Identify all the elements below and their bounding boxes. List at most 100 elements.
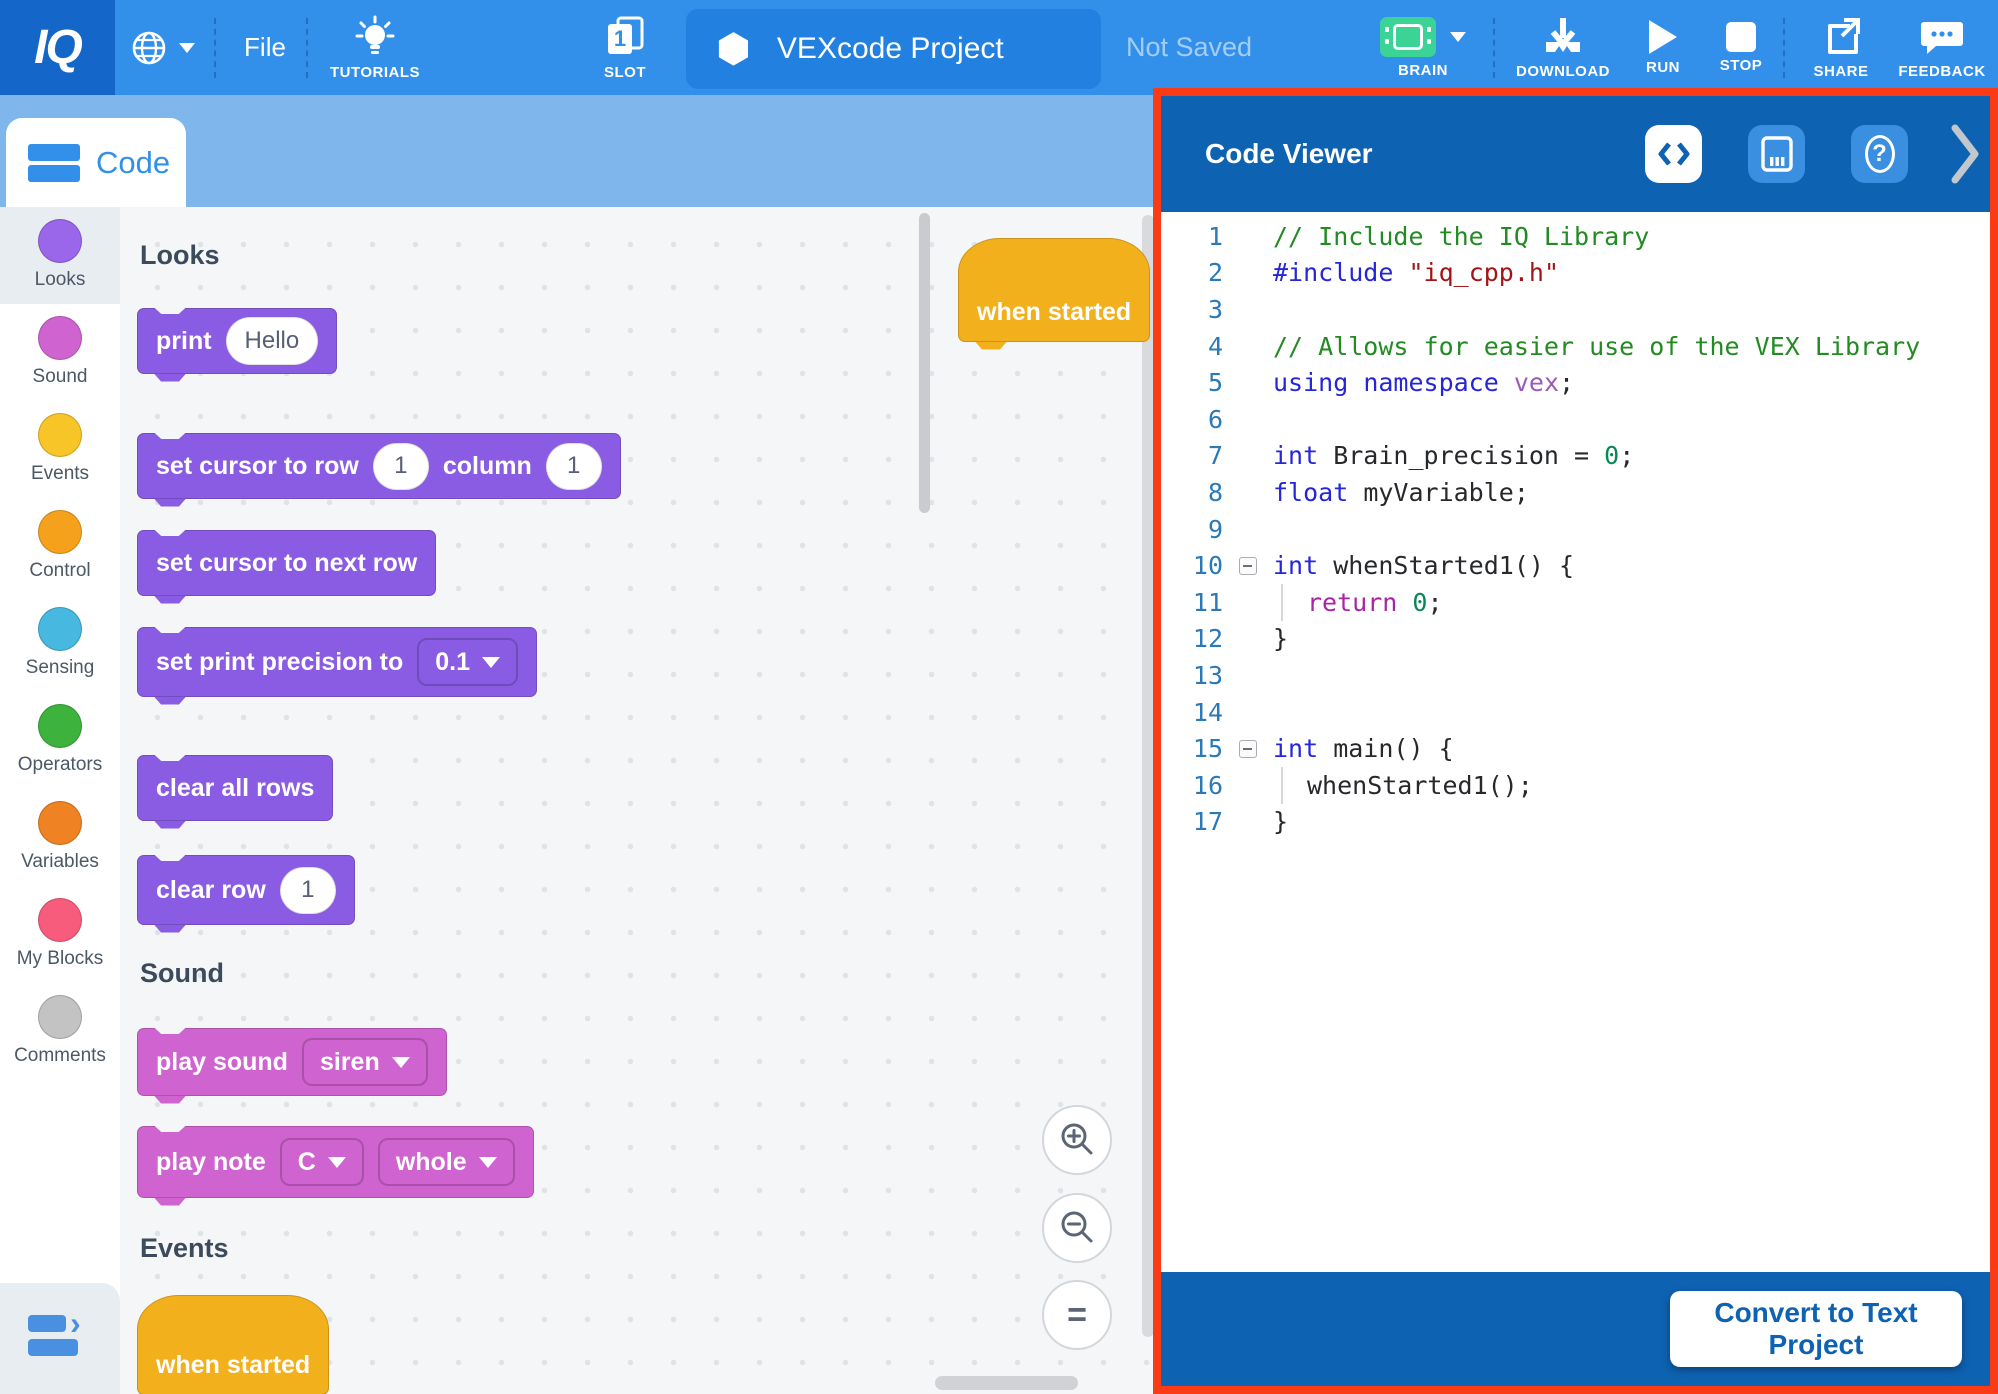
sound-dropdown[interactable]: siren [302,1038,428,1086]
help-button[interactable]: ? [1851,125,1908,183]
stop-icon [1726,22,1756,52]
run-button[interactable]: RUN [1625,0,1701,95]
block-label: when started [156,1351,310,1380]
sidebar-item-events[interactable]: Events [0,401,120,498]
code-text: return 0; [1273,588,1443,617]
line-number: 16 [1161,771,1239,800]
stacked-blocks-icon: › [28,1313,92,1365]
code-tab-label: Code [96,145,170,181]
hexagon-icon: ⬢ [716,29,751,69]
block-play-sound[interactable]: play sound siren [137,1028,447,1096]
sidebar-item-control[interactable]: Control [0,498,120,595]
download-icon [1541,16,1585,58]
sidebar-item-comments[interactable]: Comments [0,983,120,1080]
number-input-field[interactable]: 1 [546,443,602,490]
zoom-in-button[interactable] [1042,1105,1112,1175]
chevron-right-icon [1949,122,1981,186]
sidebar-item-variables[interactable]: Variables [0,789,120,886]
help-icon: ? [1865,135,1895,173]
share-button[interactable]: SHARE [1795,0,1887,95]
console-view-button[interactable] [1748,125,1805,183]
language-menu[interactable] [122,0,202,95]
block-workspace-toggle[interactable]: › [0,1283,120,1394]
sidebar-item-sound[interactable]: Sound [0,304,120,401]
stop-button[interactable]: STOP [1703,0,1779,95]
number-input-field[interactable]: 1 [280,867,336,914]
number-input-field[interactable]: 1 [373,443,429,490]
code-text: // Include the IQ Library [1273,222,1649,251]
feedback-button[interactable]: FEEDBACK [1890,0,1994,95]
tutorials-button[interactable]: TUTORIALS [310,0,440,95]
code-text: } [1273,624,1288,653]
code-line: 12} [1161,621,1990,658]
code-text: whenStarted1(); [1273,771,1533,800]
code-line: 2#include "iq_cpp.h" [1161,255,1990,292]
console-icon [1759,135,1795,173]
chevron-down-icon [328,1157,346,1168]
code-line: 17} [1161,804,1990,841]
iq-logo-text: IQ [34,20,81,75]
code-line: 8float myVariable; [1161,474,1990,511]
download-button[interactable]: DOWNLOAD [1505,0,1621,95]
tutorials-label: TUTORIALS [330,64,420,81]
category-circle-icon [38,316,82,360]
block-clear-all-rows[interactable]: clear all rows [137,755,333,821]
code-line: 3 [1161,291,1990,328]
file-menu[interactable]: File [225,0,305,95]
block-set-cursor-next-row[interactable]: set cursor to next row [137,530,436,596]
code-icon [1657,139,1691,169]
category-circle-icon [38,413,82,457]
category-label: Comments [0,1045,120,1067]
tab-code[interactable]: Code [6,118,186,207]
category-circle-icon [38,704,82,748]
block-print[interactable]: print Hello [137,308,337,374]
zoom-out-button[interactable] [1042,1193,1112,1263]
brain-button[interactable]: BRAIN [1383,0,1463,95]
text-input-field[interactable]: Hello [226,317,319,365]
code-text: int whenStarted1() { [1273,551,1574,580]
line-number: 14 [1161,698,1239,727]
fold-marker-icon[interactable] [1239,740,1257,758]
code-view-button[interactable] [1645,125,1702,183]
block-set-cursor-row-column[interactable]: set cursor to row 1 column 1 [137,433,621,499]
code-viewer-title: Code Viewer [1205,96,1373,212]
fold-marker-icon[interactable] [1239,557,1257,575]
palette-scrollbar[interactable] [919,213,930,513]
sidebar-item-operators[interactable]: Operators [0,692,120,789]
code-text: float myVariable; [1273,478,1529,507]
share-label: SHARE [1813,63,1868,80]
note-dropdown[interactable]: C [280,1138,364,1186]
block-when-started-palette[interactable]: when started [137,1295,329,1394]
slot-button[interactable]: 1 SLOT [575,0,675,95]
iq-logo[interactable]: IQ [0,0,115,95]
code-text: int main() { [1273,734,1454,763]
block-play-note[interactable]: play note C whole [137,1126,534,1198]
feedback-label: FEEDBACK [1898,63,1985,80]
project-title-tab[interactable]: ⬢ VEXcode Project [686,9,1101,89]
block-label: when started [977,298,1131,327]
block-set-print-precision[interactable]: set print precision to 0.1 [137,627,537,697]
sidebar-item-looks[interactable]: Looks [0,207,120,304]
zoom-reset-button[interactable]: = [1042,1280,1112,1350]
block-label: column [443,452,532,481]
dropdown-value: siren [320,1048,380,1077]
convert-to-text-button[interactable]: Convert to Text Project [1670,1291,1962,1367]
precision-dropdown[interactable]: 0.1 [417,638,518,686]
sidebar-item-sensing[interactable]: Sensing [0,595,120,692]
top-toolbar: IQ File [0,0,1998,95]
duration-dropdown[interactable]: whole [378,1138,515,1186]
line-number: 9 [1161,515,1239,544]
line-number: 15 [1161,734,1239,763]
canvas-horizontal-scrollbar[interactable] [935,1376,1078,1390]
category-sidebar: LooksSoundEventsControlSensingOperatorsV… [0,207,120,1394]
collapse-panel-button[interactable] [1942,125,1988,183]
code-line: 9 [1161,511,1990,548]
sidebar-item-my-blocks[interactable]: My Blocks [0,886,120,983]
block-clear-row[interactable]: clear row 1 [137,855,355,925]
block-label: set cursor to row [156,452,359,481]
block-label: clear all rows [156,774,314,803]
line-number: 12 [1161,624,1239,653]
block-when-started-canvas[interactable]: when started [958,238,1150,342]
code-line: 6 [1161,401,1990,438]
line-number: 10 [1161,551,1239,580]
